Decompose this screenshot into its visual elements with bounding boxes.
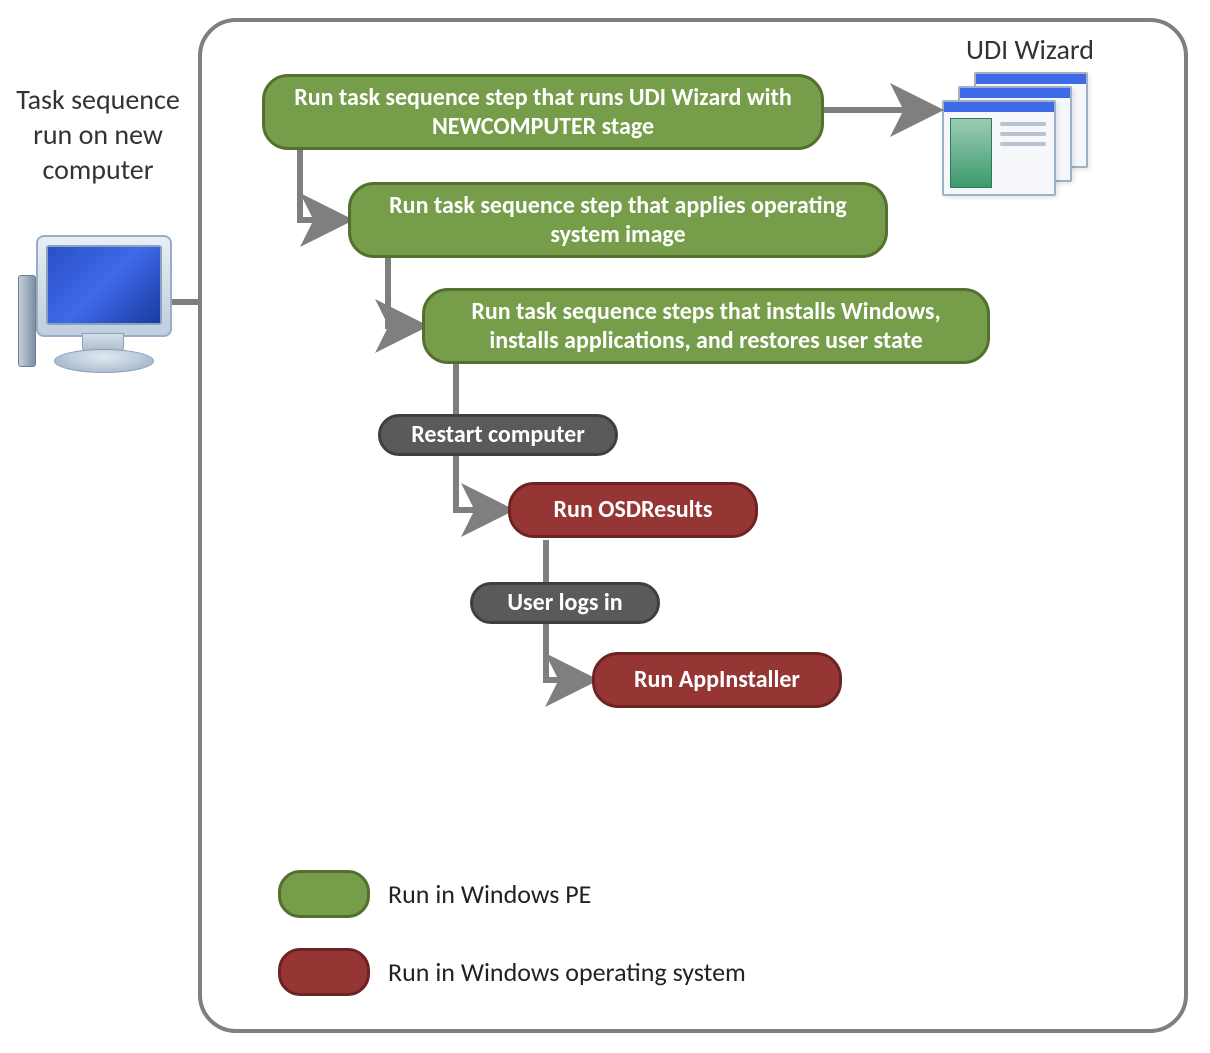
step-install-windows-apps-state: Run task sequence steps that installs Wi…: [422, 288, 990, 364]
wizard-label: UDI Wizard: [890, 32, 1170, 67]
legend-run-in-winpe: Run in Windows PE: [278, 870, 591, 918]
legend-run-in-os: Run in Windows operating system: [278, 948, 746, 996]
step-apply-os-image: Run task sequence step that applies oper…: [348, 182, 888, 258]
step-user-logs-in: User logs in: [470, 582, 660, 624]
side-label: Task sequence run on new computer: [8, 82, 188, 187]
legend-swatch-red: [278, 948, 370, 996]
legend-swatch-green: [278, 870, 370, 918]
computer-icon: [12, 235, 182, 385]
step-run-osdresults: Run OSDResults: [508, 482, 758, 538]
diagram-canvas: Task sequence run on new computer UDI Wi…: [0, 0, 1210, 1053]
wizard-pages-icon: [942, 72, 1102, 202]
legend-text-pe: Run in Windows PE: [388, 878, 591, 910]
legend-text-os: Run in Windows operating system: [388, 956, 746, 988]
step-run-appinstaller: Run AppInstaller: [592, 652, 842, 708]
step-restart-computer: Restart computer: [378, 414, 618, 456]
step-run-udi-wizard: Run task sequence step that runs UDI Wiz…: [262, 74, 824, 150]
